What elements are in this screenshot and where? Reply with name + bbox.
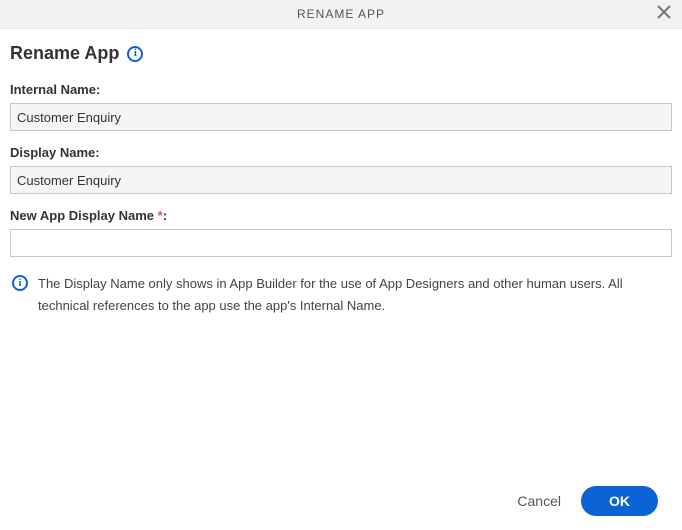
ok-button[interactable]: OK — [581, 486, 658, 516]
dialog-titlebar: RENAME APP — [0, 0, 682, 29]
new-app-display-name-label: New App Display Name *: — [10, 208, 672, 223]
display-name-field: Display Name: — [10, 145, 672, 194]
new-app-display-name-label-text: New App Display Name — [10, 208, 158, 223]
display-name-label: Display Name: — [10, 145, 672, 160]
rename-app-dialog: RENAME APP Rename App i Internal Name: D… — [0, 0, 682, 530]
page-title: Rename App — [10, 43, 119, 64]
close-button[interactable] — [652, 2, 676, 26]
info-icon: i — [12, 275, 28, 291]
new-app-display-name-label-suffix: : — [163, 208, 167, 223]
header-info-button[interactable]: i — [127, 46, 143, 62]
display-name-input — [10, 166, 672, 194]
internal-name-input — [10, 103, 672, 131]
internal-name-field: Internal Name: — [10, 82, 672, 131]
close-icon — [657, 5, 671, 24]
info-icon: i — [134, 48, 137, 59]
info-block: i The Display Name only shows in App Bui… — [10, 273, 672, 317]
dialog-header: Rename App i — [10, 43, 672, 64]
new-app-display-name-input[interactable] — [10, 229, 672, 257]
dialog-footer: Cancel OK — [0, 474, 682, 530]
internal-name-label: Internal Name: — [10, 82, 672, 97]
dialog-content: Rename App i Internal Name: Display Name… — [0, 29, 682, 474]
dialog-title: RENAME APP — [297, 7, 385, 21]
info-text: The Display Name only shows in App Build… — [38, 273, 670, 317]
new-app-display-name-field: New App Display Name *: — [10, 208, 672, 257]
cancel-button[interactable]: Cancel — [513, 487, 565, 515]
